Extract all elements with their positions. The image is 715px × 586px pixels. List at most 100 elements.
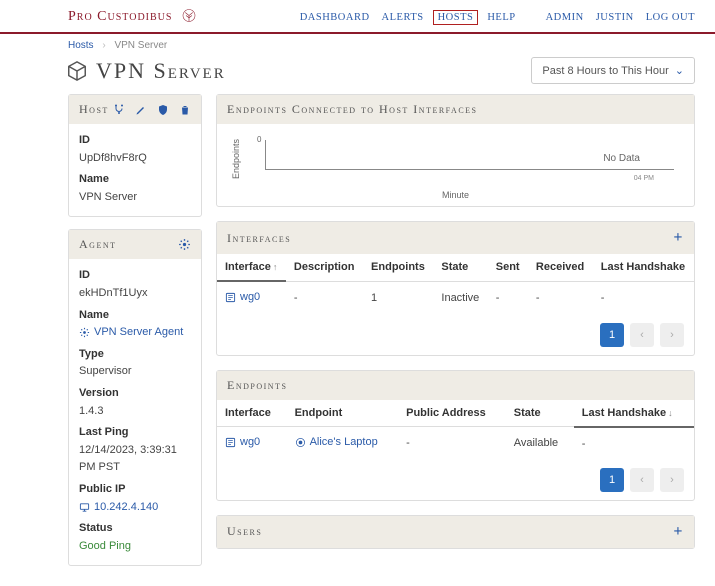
endpoint-interface-link[interactable]: wg0: [225, 436, 260, 448]
ecell-state: Available: [506, 427, 574, 460]
chart-nodata: No Data: [603, 153, 640, 164]
cell-sent: -: [488, 281, 528, 315]
delete-icon[interactable]: [179, 104, 191, 116]
page-prev-button[interactable]: ‹: [630, 323, 654, 347]
col-sent[interactable]: Sent: [488, 254, 528, 281]
agent-type-value: Supervisor: [79, 363, 191, 381]
monitor-icon: [79, 502, 90, 513]
agent-name-link[interactable]: VPN Server Agent: [79, 324, 191, 342]
gear-small-icon: [79, 327, 90, 338]
interfaces-title: Interfaces: [227, 231, 291, 246]
cell-handshake: -: [593, 281, 694, 315]
agent-status-value: Good Ping: [79, 538, 191, 556]
edit-icon[interactable]: [135, 104, 147, 116]
nav-admin[interactable]: ADMIN: [546, 12, 584, 23]
nav-hosts[interactable]: HOSTS: [433, 10, 479, 25]
page-1-button[interactable]: 1: [600, 323, 624, 347]
nav-alerts[interactable]: ALERTS: [382, 12, 424, 23]
col-handshake[interactable]: Last Handshake: [593, 254, 694, 281]
ecol-handshake[interactable]: Last Handshake↓: [574, 400, 694, 427]
table-row: wg0 - 1 Inactive - - -: [217, 281, 694, 315]
top-nav: DASHBOARD ALERTS HOSTS HELP ADMIN JUSTIN…: [300, 12, 695, 23]
endpoint-icon: [295, 437, 306, 448]
sort-asc-icon: ↑: [273, 262, 278, 272]
crumb-current: VPN Server: [114, 40, 167, 51]
cell-state: Inactive: [433, 281, 487, 315]
time-range-label: Past 8 Hours to This Hour: [542, 65, 668, 77]
branch-icon[interactable]: [113, 104, 125, 116]
add-user-button[interactable]: +: [673, 523, 684, 541]
host-cube-icon: [66, 60, 88, 82]
host-panel: Host ID UpDf8hvF8rQ Name VPN Server: [68, 94, 202, 217]
endpoints-title: Endpoints: [227, 378, 287, 393]
cell-endpoints: 1: [363, 281, 433, 315]
interface-link[interactable]: wg0: [225, 291, 260, 303]
chart-panel: Endpoints Connected to Host Interfaces E…: [216, 94, 695, 207]
agent-id-value: ekHDnTf1Uyx: [79, 285, 191, 303]
chart-ytick: 0: [257, 135, 261, 144]
header-divider: [0, 32, 715, 34]
agent-type-label: Type: [79, 346, 191, 364]
chart-ylabel: Endpoints: [231, 134, 241, 184]
nav-help[interactable]: HELP: [487, 12, 515, 23]
breadcrumb: Hosts › VPN Server: [0, 40, 715, 55]
gear-icon[interactable]: [178, 238, 191, 251]
agent-status-label: Status: [79, 520, 191, 538]
brand-logo[interactable]: Pro Custodibus: [68, 8, 198, 26]
endpoint-link[interactable]: Alice's Laptop: [295, 436, 378, 448]
ecell-handshake: -: [574, 427, 694, 460]
agent-panel-title: Agent: [79, 237, 117, 252]
ecol-interface[interactable]: Interface: [217, 400, 287, 427]
col-description[interactable]: Description: [286, 254, 363, 281]
ecell-public: -: [398, 427, 506, 460]
agent-publicip-link[interactable]: 10.242.4.140: [79, 499, 191, 517]
time-range-selector[interactable]: Past 8 Hours to This Hour ⌄: [531, 57, 695, 84]
agent-name-value: VPN Server Agent: [94, 324, 183, 342]
page-title: VPN Server: [66, 58, 226, 84]
col-state[interactable]: State: [433, 254, 487, 281]
agent-lastping-value: 12/14/2023, 3:39:31 PM PST: [79, 442, 191, 477]
interface-icon: [225, 437, 236, 448]
crumb-hosts[interactable]: Hosts: [68, 40, 94, 51]
chevron-down-icon: ⌄: [675, 64, 684, 77]
chart-xtick: 04 PM: [634, 175, 654, 182]
cell-received: -: [528, 281, 593, 315]
page-1-button[interactable]: 1: [600, 468, 624, 492]
nav-user[interactable]: JUSTIN: [596, 12, 634, 23]
chart-panel-title: Endpoints Connected to Host Interfaces: [227, 102, 477, 117]
page-prev-button[interactable]: ‹: [630, 468, 654, 492]
agent-name-label: Name: [79, 307, 191, 325]
agent-publicip-label: Public IP: [79, 481, 191, 499]
sort-desc-icon: ↓: [668, 408, 673, 418]
shield-icon[interactable]: [157, 104, 169, 116]
host-id-value: UpDf8hvF8rQ: [79, 150, 191, 168]
interfaces-pager: 1 ‹ ›: [217, 315, 694, 355]
chart-area: 0 No Data 04 PM: [247, 134, 680, 184]
agent-publicip-value: 10.242.4.140: [94, 499, 158, 517]
agent-panel: Agent ID ekHDnTf1Uyx Name VPN Server Age…: [68, 229, 202, 566]
host-panel-title: Host: [79, 102, 109, 117]
col-received[interactable]: Received: [528, 254, 593, 281]
add-interface-button[interactable]: +: [673, 229, 684, 247]
page-next-button[interactable]: ›: [660, 323, 684, 347]
brand-tree-icon: [180, 8, 198, 26]
ecol-state[interactable]: State: [506, 400, 574, 427]
ecol-public[interactable]: Public Address: [398, 400, 506, 427]
col-interface[interactable]: Interface↑: [217, 254, 286, 281]
brand-text: Pro Custodibus: [68, 9, 172, 24]
interfaces-panel: Interfaces + Interface↑ Description Endp…: [216, 221, 695, 356]
crumb-separator: ›: [102, 40, 105, 51]
agent-id-label: ID: [79, 267, 191, 285]
agent-version-label: Version: [79, 385, 191, 403]
nav-logout[interactable]: LOG OUT: [646, 12, 695, 23]
host-id-label: ID: [79, 132, 191, 150]
nav-dashboard[interactable]: DASHBOARD: [300, 12, 370, 23]
table-row: wg0 Alice's Laptop - Available -: [217, 427, 694, 460]
endpoints-pager: 1 ‹ ›: [217, 460, 694, 500]
col-endpoints[interactable]: Endpoints: [363, 254, 433, 281]
page-next-button[interactable]: ›: [660, 468, 684, 492]
host-name-label: Name: [79, 171, 191, 189]
ecol-endpoint[interactable]: Endpoint: [287, 400, 399, 427]
host-name-value: VPN Server: [79, 189, 191, 207]
users-title: Users: [227, 524, 262, 539]
